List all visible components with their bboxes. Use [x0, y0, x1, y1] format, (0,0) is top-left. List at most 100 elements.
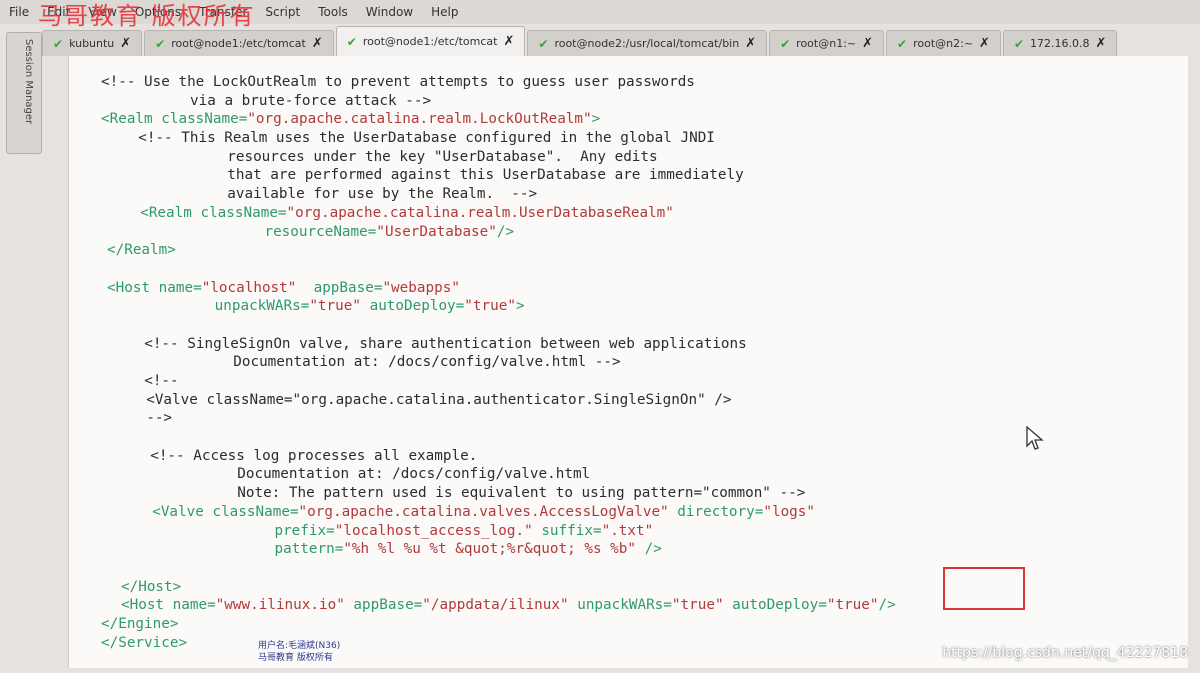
code-token: "org.apache.catalina.realm.LockOutRealm" [247, 111, 592, 128]
tab-bar: ✔ kubuntu ✗ ✔ root@node1:/etc/tomcat ✗ ✔ root@n… [42, 26, 1200, 56]
code-token: --> [129, 410, 173, 427]
code-token: <Valve className="org.apache.catalina.au… [129, 391, 732, 408]
code-token: "logs" [763, 503, 816, 520]
code-line: pattern="%h %l %u %t &quot;%r&quot; %s %… [101, 540, 896, 559]
session-tab[interactable]: ✔ kubuntu ✗ [42, 30, 143, 56]
connected-check-icon: ✔ [538, 36, 549, 51]
code-line: <!-- SingleSignOn valve, share authentic… [101, 335, 896, 354]
code-token: > [591, 111, 601, 128]
session-tab[interactable]: ✔ root@node2:/usr/local/tomcat/bin ✗ [527, 30, 768, 56]
code-token: suffix= [532, 522, 602, 539]
close-tab-icon[interactable]: ✗ [312, 36, 323, 51]
code-token: /> [496, 223, 515, 240]
code-token: autoDeploy= [723, 597, 827, 614]
code-token: "true" [671, 597, 724, 614]
url-watermark: https://blog.csdn.net/qq_42227818 [942, 645, 1188, 661]
code-line: </Host> [101, 578, 896, 597]
code-line: Documentation at: /docs/config/valve.htm… [101, 465, 896, 484]
code-token: "UserDatabase" [376, 223, 497, 240]
session-manager-label: Session Manager [23, 39, 34, 125]
code-line: unpackWARs="true" autoDeploy="true"> [101, 297, 896, 316]
code-token: "%h %l %u %t &quot;%r&quot; %s %b" [343, 541, 636, 558]
code-token: "org.apache.catalina.realm.UserDatabaseR… [286, 204, 674, 221]
code-token: "true" [826, 597, 879, 614]
code-token: "webapps" [382, 279, 460, 296]
connected-check-icon: ✔ [346, 34, 357, 49]
close-tab-icon[interactable]: ✗ [503, 34, 514, 49]
tab-label: 172.16.0.8 [1030, 37, 1090, 50]
session-tab[interactable]: ✔ root@n2:~ ✗ [886, 30, 1001, 56]
code-token: <Valve className= [135, 503, 299, 520]
code-token: via a brute-force attack --> [147, 92, 432, 109]
code-token: <!-- SingleSignOn valve, share authentic… [127, 335, 747, 352]
code-line: that are performed against this UserData… [101, 166, 896, 185]
session-tab[interactable]: ✔ root@node1:/etc/tomcat ✗ [335, 26, 526, 56]
footer-watermark-user: 用户名:毛涵斌(N36) [258, 641, 341, 651]
close-tab-icon[interactable]: ✗ [979, 36, 990, 51]
code-line: <Valve className="org.apache.catalina.au… [101, 391, 896, 410]
code-line: <!-- This Realm uses the UserDatabase co… [101, 129, 896, 148]
tab-label: root@node1:/etc/tomcat [171, 37, 306, 50]
code-line: prefix="localhost_access_log." suffix=".… [101, 522, 896, 541]
close-tab-icon[interactable]: ✗ [862, 36, 873, 51]
code-line: </Engine> [101, 615, 896, 634]
code-token: prefix= [197, 522, 335, 539]
code-token: "true" [309, 298, 361, 315]
session-manager-tab[interactable]: Session Manager [6, 32, 42, 154]
code-token: directory= [668, 503, 764, 520]
code-line: </Service> [101, 634, 896, 653]
code-token: "localhost" [201, 279, 297, 296]
session-tab[interactable]: ✔ root@node1:/etc/tomcat ✗ [144, 30, 334, 56]
code-token: </Engine> [101, 615, 179, 632]
tab-label: root@node1:/etc/tomcat [362, 35, 498, 48]
menu-help[interactable]: Help [422, 5, 467, 19]
code-token: <Realm className= [101, 111, 248, 128]
code-token: resourceName= [187, 223, 377, 240]
code-token: "true" [464, 298, 516, 315]
code-line: --> [101, 409, 896, 428]
footer-watermark-copyright: 马哥教育 版权所有 [258, 653, 333, 663]
tab-label: kubuntu [69, 37, 115, 50]
session-tab[interactable]: ✔ 172.16.0.8 ✗ [1002, 30, 1118, 56]
code-line: </Realm> [101, 241, 896, 260]
code-token: appBase= [344, 597, 423, 614]
menu-tools[interactable]: Tools [309, 5, 357, 19]
code-token: > [515, 298, 525, 315]
connected-check-icon: ✔ [1013, 36, 1025, 51]
code-token: /> [878, 597, 896, 614]
code-line: Documentation at: /docs/config/valve.htm… [101, 353, 896, 372]
menu-script[interactable]: Script [256, 5, 309, 19]
code-token: "/appdata/ilinux" [422, 597, 569, 614]
code-token: "org.apache.catalina.valves.AccessLogVal… [298, 503, 669, 520]
code-token: autoDeploy= [360, 298, 465, 315]
highlight-box [943, 567, 1025, 610]
code-token: <!-- Use the LockOutRealm to prevent att… [101, 74, 695, 90]
menu-window[interactable]: Window [357, 5, 422, 19]
tab-label: root@n2:~ [913, 37, 974, 50]
code-token: "www.ilinux.io" [215, 597, 345, 614]
connected-check-icon: ✔ [155, 36, 166, 51]
code-token: Documentation at: /docs/config/valve.htm… [177, 466, 591, 483]
session-tab[interactable]: ✔ root@n1:~ ✗ [769, 30, 885, 56]
close-tab-icon[interactable]: ✗ [745, 36, 756, 51]
code-token: /> [635, 541, 662, 558]
footer-watermark: 用户名:毛涵斌(N36) 马哥教育 版权所有 [258, 640, 340, 664]
mouse-cursor-icon [1026, 426, 1044, 450]
code-token: <!-- Access log processes all example. [133, 447, 478, 464]
code-token: <Host name= [121, 597, 216, 614]
code-line: resources under the key "UserDatabase". … [101, 148, 896, 167]
code-token: </Service> [101, 634, 188, 651]
code-token: pattern= [197, 541, 344, 558]
menu-file[interactable]: File [0, 5, 38, 19]
close-tab-icon[interactable]: ✗ [120, 36, 131, 51]
code-token: <Host name= [107, 279, 202, 296]
code-line: <Valve className="org.apache.catalina.va… [101, 503, 896, 522]
code-line: <Host name="www.ilinux.io" appBase="/app… [101, 596, 896, 615]
code-line: <Realm className="org.apache.catalina.re… [101, 204, 896, 223]
code-token: resources under the key "UserDatabase". … [167, 148, 658, 165]
close-tab-icon[interactable]: ✗ [1096, 36, 1107, 51]
